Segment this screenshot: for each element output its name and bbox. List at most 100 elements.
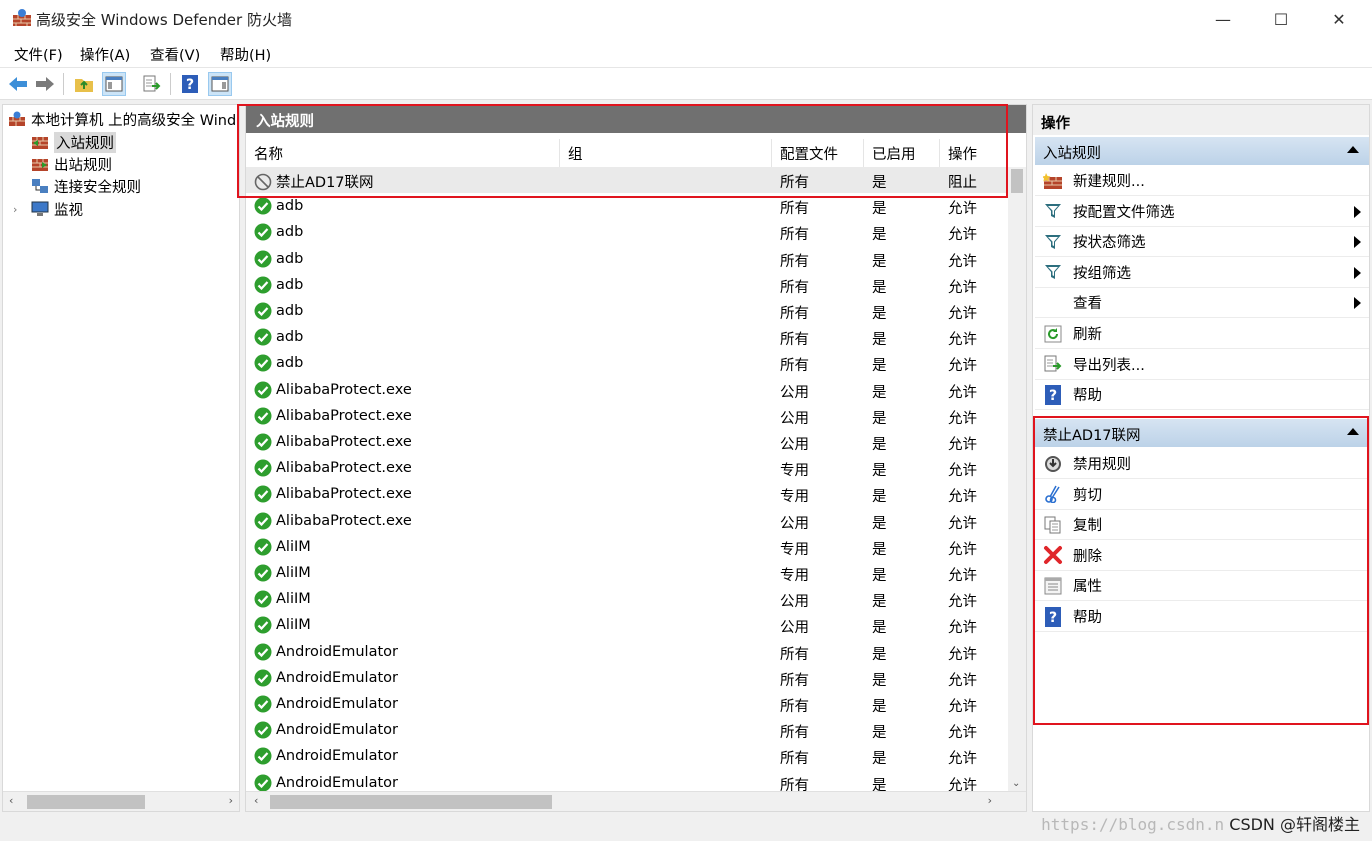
table-row[interactable]: AndroidEmulator 所有 是 允许 <box>246 770 1008 791</box>
action-item-section1-2[interactable]: 按状态筛选 <box>1035 227 1369 258</box>
cut-icon <box>1043 484 1063 504</box>
action-item-section2-1[interactable]: 剪切 <box>1035 480 1369 510</box>
action-item-section1-0[interactable]: 新建规则... <box>1035 166 1369 196</box>
scroll-right-icon[interactable]: › <box>988 794 992 807</box>
rule-name-cell: AlibabaProtect.exe <box>254 485 412 503</box>
table-row[interactable]: adb 所有 是 允许 <box>246 350 1008 376</box>
tree-horizontal-scrollbar[interactable]: ‹ › <box>3 791 239 811</box>
rule-profile: 所有 <box>780 777 809 791</box>
toolbar-separator <box>170 73 171 95</box>
action-label: 导出列表... <box>1073 357 1145 374</box>
table-row[interactable]: AliIM 专用 是 允许 <box>246 534 1008 560</box>
expand-chevron-icon[interactable]: › <box>13 203 30 216</box>
allowed-check-icon <box>254 695 272 713</box>
table-row[interactable]: AlibabaProtect.exe 公用 是 允许 <box>246 403 1008 429</box>
export-list-button[interactable] <box>140 72 164 96</box>
action-label: 查看 <box>1073 296 1102 313</box>
allowed-check-icon <box>254 407 272 425</box>
tree-item-connection-security[interactable]: 连接安全规则 <box>30 175 141 197</box>
action-item-section2-0[interactable]: 禁用规则 <box>1035 449 1369 479</box>
rule-name: AndroidEmulator <box>276 722 398 739</box>
forward-button[interactable] <box>33 72 57 96</box>
rule-action: 允许 <box>948 594 977 611</box>
table-row[interactable]: adb 所有 是 允许 <box>246 298 1008 324</box>
tree-item-outbound-rules[interactable]: 出站规则 <box>30 153 112 175</box>
column-header-action[interactable]: 操作 <box>940 139 1008 167</box>
column-header-name[interactable]: 名称 <box>246 139 560 167</box>
minimize-button[interactable]: — <box>1194 0 1252 38</box>
tree-root-label: 本地计算机 上的高级安全 Windows Defender 防火墙 <box>31 112 239 129</box>
table-row[interactable]: AliIM 专用 是 允许 <box>246 560 1008 586</box>
scroll-thumb[interactable] <box>1011 169 1023 193</box>
menu-view[interactable]: 查看(V) <box>150 44 200 65</box>
toolbar: ? <box>0 68 1372 100</box>
action-item-section1-3[interactable]: 按组筛选 <box>1035 258 1369 288</box>
list-vertical-scrollbar[interactable]: ⌄ <box>1008 167 1026 791</box>
rule-name-cell: adb <box>254 354 303 372</box>
collapse-icon[interactable] <box>1347 428 1359 435</box>
connection-security-icon <box>30 177 50 195</box>
rule-name: AlibabaProtect.exe <box>276 486 412 503</box>
table-row[interactable]: AlibabaProtect.exe 专用 是 允许 <box>246 481 1008 507</box>
table-row[interactable]: adb 所有 是 允许 <box>246 272 1008 298</box>
disable-icon <box>1043 454 1063 474</box>
rule-profile: 专用 <box>780 463 809 480</box>
table-row[interactable]: AlibabaProtect.exe 公用 是 允许 <box>246 377 1008 403</box>
scroll-right-icon[interactable]: › <box>229 794 233 807</box>
up-level-button[interactable] <box>72 72 96 96</box>
rule-profile: 公用 <box>780 437 809 453</box>
show-hide-tree-button[interactable] <box>102 72 126 96</box>
column-header-group[interactable]: 组 <box>560 139 772 167</box>
actions-section-selected-rule[interactable]: 禁止AD17联网 <box>1035 419 1369 447</box>
help-button[interactable]: ? <box>178 72 202 96</box>
list-horizontal-scrollbar[interactable]: ‹ › <box>246 791 1026 811</box>
scroll-down-icon[interactable]: ⌄ <box>1012 778 1020 789</box>
menu-action[interactable]: 操作(A) <box>80 44 130 65</box>
table-row[interactable]: AndroidEmulator 所有 是 允许 <box>246 665 1008 691</box>
table-row[interactable]: adb 所有 是 允许 <box>246 193 1008 219</box>
table-row[interactable]: AliIM 公用 是 允许 <box>246 586 1008 612</box>
column-header-profile[interactable]: 配置文件 <box>772 139 864 167</box>
tree-root[interactable]: 本地计算机 上的高级安全 Windows Defender 防火墙 <box>7 108 239 130</box>
table-row[interactable]: adb 所有 是 允许 <box>246 246 1008 272</box>
actions-section-inbound-rules[interactable]: 入站规则 <box>1035 137 1369 165</box>
table-row[interactable]: AndroidEmulator 所有 是 允许 <box>246 743 1008 769</box>
action-item-section1-1[interactable]: 按配置文件筛选 <box>1035 197 1369 227</box>
action-item-section2-4[interactable]: 属性 <box>1035 571 1369 602</box>
menu-help[interactable]: 帮助(H) <box>220 44 271 65</box>
scroll-left-icon[interactable]: ‹ <box>254 794 258 807</box>
action-item-section1-5[interactable]: 刷新 <box>1035 319 1369 349</box>
maximize-button[interactable]: ☐ <box>1252 0 1310 38</box>
action-item-section1-7[interactable]: ? 帮助 <box>1035 380 1369 411</box>
rule-enabled: 是 <box>872 306 887 322</box>
action-item-section2-2[interactable]: 复制 <box>1035 510 1369 541</box>
action-item-section2-3[interactable]: 删除 <box>1035 541 1369 571</box>
scroll-thumb[interactable] <box>270 795 552 809</box>
scroll-left-icon[interactable]: ‹ <box>9 794 13 807</box>
scroll-thumb[interactable] <box>27 795 145 809</box>
tree-item-inbound-rules[interactable]: 入站规则 <box>30 131 116 153</box>
rule-profile: 所有 <box>780 175 809 191</box>
table-row[interactable]: AlibabaProtect.exe 公用 是 允许 <box>246 429 1008 455</box>
table-row[interactable]: 禁止AD17联网 所有 是 阻止 <box>246 167 1008 194</box>
table-row[interactable]: adb 所有 是 允许 <box>246 219 1008 245</box>
table-row[interactable]: AndroidEmulator 所有 是 允许 <box>246 717 1008 743</box>
action-item-section2-5[interactable]: ? 帮助 <box>1035 602 1369 632</box>
table-row[interactable]: AndroidEmulator 所有 是 允许 <box>246 639 1008 665</box>
table-row[interactable]: AlibabaProtect.exe 公用 是 允许 <box>246 508 1008 534</box>
collapse-icon[interactable] <box>1347 146 1359 153</box>
table-row[interactable]: adb 所有 是 允许 <box>246 324 1008 350</box>
table-row[interactable]: AliIM 公用 是 允许 <box>246 612 1008 638</box>
help-icon: ? <box>182 75 198 93</box>
column-header-enabled[interactable]: 已启用 <box>864 139 940 167</box>
forward-arrow-icon <box>36 77 54 91</box>
tree-item-monitoring[interactable]: › 监视 <box>13 198 83 220</box>
close-button[interactable]: ✕ <box>1310 0 1368 38</box>
action-item-section1-6[interactable]: 导出列表... <box>1035 350 1369 380</box>
back-button[interactable] <box>6 72 30 96</box>
action-item-section1-4[interactable]: 查看 <box>1035 288 1369 319</box>
table-row[interactable]: AlibabaProtect.exe 专用 是 允许 <box>246 455 1008 481</box>
menu-file[interactable]: 文件(F) <box>14 44 63 65</box>
table-row[interactable]: AndroidEmulator 所有 是 允许 <box>246 691 1008 717</box>
show-hide-action-pane-button[interactable] <box>208 72 232 96</box>
